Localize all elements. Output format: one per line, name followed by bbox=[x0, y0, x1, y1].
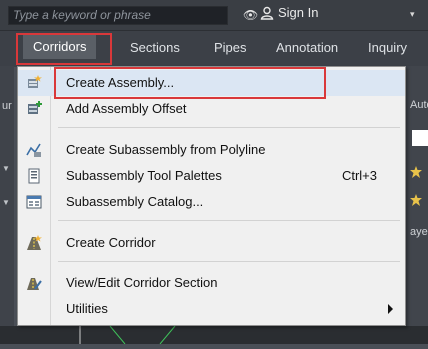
arrow-icon: ▼ bbox=[2, 198, 10, 207]
catalog-icon bbox=[26, 195, 42, 209]
menu-bar: Corridors Sections Pipes Annotation Inqu… bbox=[0, 30, 428, 67]
menu-item-utilities[interactable]: Utilities bbox=[18, 296, 405, 322]
menu-item-subassembly-tool-palettes[interactable]: Subassembly Tool Palettes Ctrl+3 bbox=[18, 163, 405, 189]
submenu-arrow-icon bbox=[388, 304, 393, 314]
menu-item-view-edit-corridor-section[interactable]: View/Edit Corridor Section bbox=[18, 270, 405, 296]
subassembly-polyline-icon bbox=[26, 143, 41, 157]
chevron-down-icon[interactable]: ▾ bbox=[410, 9, 415, 20]
background-text: aye bbox=[410, 226, 428, 238]
tool-palettes-icon bbox=[28, 168, 40, 184]
menu-sections[interactable]: Sections bbox=[130, 40, 180, 55]
menu-item-label: Create Corridor bbox=[66, 235, 156, 250]
user-icon bbox=[260, 6, 274, 20]
menu-item-label: Utilities bbox=[66, 301, 108, 316]
menu-item-create-subassembly-from-polyline[interactable]: Create Subassembly from Polyline bbox=[18, 137, 405, 163]
star-icon bbox=[410, 166, 422, 178]
menu-annotation[interactable]: Annotation bbox=[276, 40, 338, 55]
menu-item-create-corridor[interactable]: Create Corridor bbox=[18, 230, 405, 256]
menu-item-label: Create Subassembly from Polyline bbox=[66, 142, 266, 157]
drawing-area[interactable] bbox=[0, 325, 428, 345]
menu-corridors[interactable]: Corridors bbox=[23, 35, 97, 59]
corridors-dropdown-menu: Create Assembly... Add Assembly Offset C… bbox=[17, 66, 406, 326]
menu-item-subassembly-catalog[interactable]: Subassembly Catalog... bbox=[18, 189, 405, 215]
arrow-icon: ▼ bbox=[2, 164, 10, 173]
drawing-lines bbox=[79, 325, 176, 345]
create-corridor-icon bbox=[27, 235, 42, 250]
create-assembly-icon bbox=[28, 75, 42, 88]
menu-item-create-assembly[interactable]: Create Assembly... bbox=[18, 70, 405, 96]
menu-item-add-assembly-offset[interactable]: Add Assembly Offset bbox=[18, 96, 405, 122]
menu-inquiry[interactable]: Inquiry bbox=[368, 40, 407, 55]
background-panel-left: ur ▼ ▼ bbox=[0, 66, 14, 326]
background-text: Auto bbox=[410, 99, 428, 111]
star-icon bbox=[410, 194, 422, 206]
menu-item-label: Create Assembly... bbox=[66, 75, 175, 90]
sign-in-button[interactable]: Sign In bbox=[260, 5, 318, 20]
sign-in-label: Sign In bbox=[278, 5, 319, 20]
background-text: ur bbox=[2, 100, 12, 112]
menu-pipes[interactable]: Pipes bbox=[214, 40, 247, 55]
text-field[interactable] bbox=[412, 130, 428, 146]
title-bar: Type a keyword or phrase 👁 Sign In ▾ bbox=[0, 0, 428, 30]
corridor-section-icon bbox=[27, 278, 42, 290]
binoculars-icon[interactable]: 👁 bbox=[243, 8, 258, 22]
search-input[interactable]: Type a keyword or phrase bbox=[8, 6, 228, 25]
add-assembly-offset-icon bbox=[28, 101, 42, 114]
menu-item-label: Subassembly Catalog... bbox=[66, 194, 204, 209]
menu-item-label: Add Assembly Offset bbox=[66, 101, 187, 116]
keyboard-shortcut: Ctrl+3 bbox=[341, 168, 377, 183]
menu-item-label: View/Edit Corridor Section bbox=[66, 275, 218, 290]
menu-separator bbox=[58, 220, 400, 221]
menu-item-label: Subassembly Tool Palettes bbox=[66, 168, 222, 183]
menu-separator bbox=[58, 127, 400, 128]
menu-separator bbox=[58, 261, 400, 262]
